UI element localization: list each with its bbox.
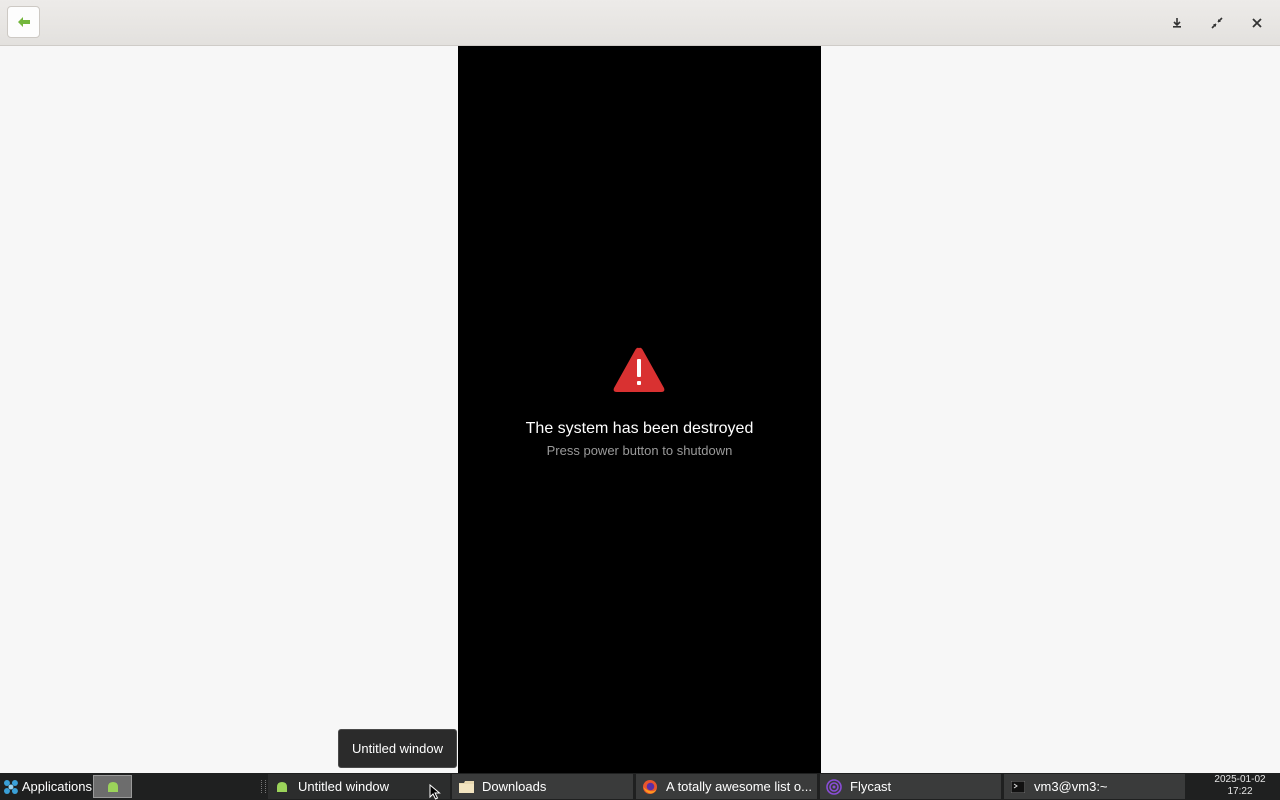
- close-button[interactable]: [1245, 11, 1269, 35]
- window-titlebar: [0, 0, 1280, 46]
- task-firefox[interactable]: A totally awesome list o...: [636, 774, 818, 799]
- device-screen[interactable]: The system has been destroyed Press powe…: [458, 46, 821, 773]
- taskbar: Applications Untitled window Downloads A…: [0, 773, 1280, 800]
- android-icon: [107, 781, 118, 792]
- xfce-logo-icon: [3, 779, 18, 794]
- task-terminal[interactable]: vm3@vm3:~: [1004, 774, 1186, 799]
- launcher-android[interactable]: [93, 775, 132, 798]
- clock-time: 17:22: [1227, 786, 1253, 797]
- warning-triangle-icon: [613, 347, 665, 392]
- task-downloads[interactable]: Downloads: [452, 774, 634, 799]
- applications-menu-button[interactable]: Applications: [0, 773, 92, 800]
- task-label: Downloads: [482, 779, 547, 794]
- mouse-cursor-icon: [429, 784, 441, 800]
- unmaximize-button[interactable]: [1205, 11, 1229, 35]
- terminal-icon: [1011, 780, 1025, 793]
- applications-label: Applications: [21, 779, 92, 794]
- arrow-left-icon: [17, 17, 30, 27]
- task-untitled-window[interactable]: Untitled window: [268, 774, 450, 799]
- flycast-icon: [826, 778, 842, 795]
- clock[interactable]: 2025-01-02 17:22: [1210, 774, 1270, 798]
- back-button[interactable]: [7, 6, 40, 38]
- app-content: The system has been destroyed Press powe…: [0, 46, 1280, 773]
- folder-icon: [458, 780, 474, 793]
- task-label: A totally awesome list o...: [666, 779, 812, 794]
- download-button[interactable]: [1165, 11, 1189, 35]
- error-title: The system has been destroyed: [525, 420, 754, 437]
- close-icon: [1252, 18, 1262, 28]
- task-flycast[interactable]: Flycast: [820, 774, 1002, 799]
- download-icon: [1173, 18, 1181, 28]
- task-label: vm3@vm3:~: [1034, 779, 1108, 794]
- error-subtitle: Press power button to shutdown: [546, 443, 733, 458]
- clock-date: 2025-01-02: [1214, 774, 1266, 785]
- firefox-icon: [643, 779, 657, 794]
- unmaximize-icon: [1211, 17, 1223, 29]
- task-label: Untitled window: [298, 779, 390, 794]
- task-label: Flycast: [850, 779, 892, 794]
- taskbar-separator: [261, 780, 266, 793]
- android-icon: [277, 781, 287, 792]
- taskbar-tooltip: Untitled window: [338, 729, 457, 768]
